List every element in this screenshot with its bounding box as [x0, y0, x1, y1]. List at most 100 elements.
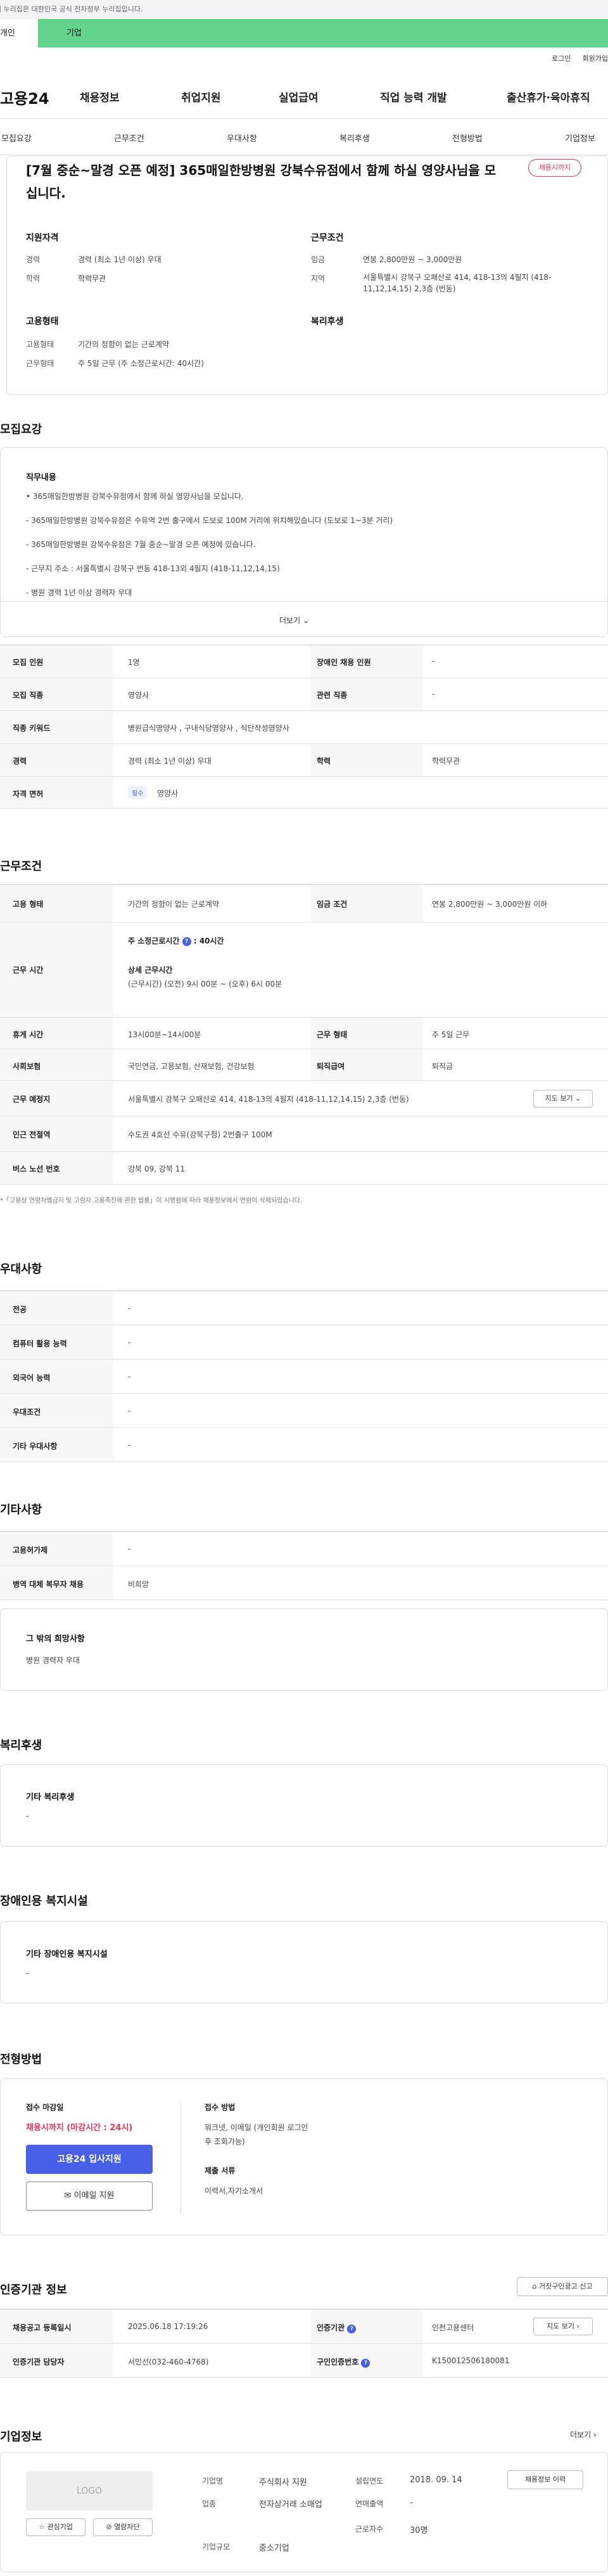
job-history-button[interactable]: 채용정보 이력	[507, 2470, 583, 2489]
company-more-link[interactable]: 더보기 ›	[570, 2429, 597, 2440]
anchor-company[interactable]: 기업정보	[565, 132, 595, 144]
anchor-conditions[interactable]: 근무조건	[114, 132, 144, 144]
welfare-card-title: 기타 복리후생	[26, 1793, 75, 1802]
table-header-cell: 직종 키워드	[0, 711, 113, 743]
block-icon: ⊘	[106, 2523, 112, 2531]
table-header-cell: 임금 조건	[310, 885, 423, 922]
job-desc-line: • 365매일한방병원 강북수유점에서 함께 하실 영양사님을 모십니다.	[26, 492, 244, 501]
job-desc-line: - 병원 경력 1년 이상 경력자 우대	[26, 588, 132, 597]
apply-button[interactable]: 고용24 입사지원	[26, 2145, 153, 2174]
org-map-label: 지도 보기	[547, 2322, 575, 2330]
login-link[interactable]: 로그인	[552, 53, 571, 63]
table-cell: 국민연금, 고용보험, 산재보험, 건강보험	[128, 1062, 255, 1071]
process-card: 접수 마감일 채용시까지 (마감시간 : 24시) 고용24 입사지원 ✉ 이메…	[0, 2078, 608, 2235]
member-type-tabs: 개인 기업	[0, 19, 608, 47]
table-header-cell: 구인인증번호 ?	[310, 2344, 423, 2377]
table-row: 전공 -	[0, 1291, 608, 1325]
table-row: 고용 형태 기간의 정함이 없는 근로계약 임금 조건 연봉 2,800만원 ~…	[0, 885, 608, 923]
table-header-cell: 전공	[0, 1291, 113, 1325]
table-cell: 기간의 정함이 없는 근로계약	[128, 900, 219, 909]
cert-section-title: 인증기관 정보	[0, 2283, 67, 2297]
info-icon[interactable]: ?	[182, 937, 191, 946]
table-header-cell: 우대조건	[0, 1394, 113, 1427]
welfare-title: 복리후생	[311, 317, 344, 327]
block-view-button[interactable]: ⊘ 열람차단	[93, 2518, 153, 2536]
join-link[interactable]: 회원가입	[583, 53, 608, 63]
section-anchor-nav: 모집요강 근무조건 우대사항 복리후생 전형방법 기업정보	[0, 120, 608, 155]
table-header-cell: 인증기관 담당자	[0, 2344, 113, 2377]
gnb-item-unemployment[interactable]: 실업급여	[279, 89, 319, 104]
table-row: 휴게 시간 13시00분~14시00분 근무 형태 주 5일 근무	[0, 1018, 608, 1049]
more-button-label: 더보기	[279, 616, 301, 625]
tab-personal[interactable]: 개인	[0, 19, 38, 47]
docs-value: 이력서,자기소개서	[205, 2187, 263, 2195]
table-row: 근무 예정지 서울특별시 강북구 오패산로 414, 418-13의 4필지 (…	[0, 1081, 608, 1116]
site-logo[interactable]: 고용24	[0, 86, 49, 108]
pref-section-title: 우대사항	[0, 1263, 42, 1276]
deadline-value: 채용시까지 (마감시간 : 24시)	[26, 2123, 133, 2133]
table-row: 인근 전철역 수도권 4호선 수유(강북구청) 2번출구 100M	[0, 1116, 608, 1152]
table-cell: 영양사	[157, 789, 179, 798]
table-cell: 병원급식영양사 , 구내식당영양사 , 식단작성영양사	[128, 724, 289, 733]
disabled-card: 기타 장애인용 복지시설 -	[0, 1921, 608, 2004]
disabled-card-value: -	[26, 1969, 29, 1978]
chevron-right-icon: ›	[576, 2322, 580, 2330]
table-row: 근무 시간 주 소정근로시간 ? : 40시간 상세 근무시간 (근무시간) (…	[0, 923, 608, 1018]
anchor-process[interactable]: 전형방법	[452, 132, 483, 144]
info-icon[interactable]: ?	[347, 2325, 357, 2333]
star-icon: ☆	[39, 2523, 45, 2531]
table-header-cell: 고용허가제	[0, 1532, 113, 1565]
hope-card: 그 밖의 희망사항 병원 경력자 우대	[0, 1608, 608, 1691]
table-row: 모집 인원 1명 장애인 채용 인원 -	[0, 645, 608, 678]
job-title: [7월 중순~말경 오픈 예정] 365매일한방병원 강북수유점에서 함께 하실…	[26, 163, 497, 201]
sales-value: -	[410, 2498, 413, 2508]
report-fake-ad-button[interactable]: ⌂ 거짓구인광고 신고	[517, 2277, 608, 2296]
wage-label: 임금	[311, 255, 326, 264]
table-cell: 주 5일 근무	[432, 1030, 470, 1039]
table-row: 병역 대체 복무자 채용 비희망	[0, 1566, 608, 1600]
gnb-item-training[interactable]: 직업 능력 개발	[380, 89, 447, 104]
table-header-cell: 사회보험	[0, 1049, 113, 1080]
table-cell: -	[432, 657, 435, 666]
anchor-welfare[interactable]: 복리후생	[339, 132, 370, 144]
info-icon[interactable]: ?	[361, 2359, 370, 2368]
detail-hours-title: 상세 근무시간	[128, 966, 173, 975]
tab-company[interactable]: 기업	[38, 19, 608, 47]
table-header-cell: 장애인 채용 인원	[310, 645, 423, 678]
career-label: 경력	[26, 255, 41, 264]
table-row: 컴퓨터 활용 능력 -	[0, 1325, 608, 1360]
table-row: 직종 키워드 병원급식영양사 , 구내식당영양사 , 식단작성영양사	[0, 711, 608, 744]
gnb-item-support[interactable]: 취업지원	[181, 89, 221, 104]
career-value: 경력 (최소 1년 이상) 우대	[78, 255, 162, 264]
gnb-item-leave[interactable]: 출산휴가·육아휴직	[507, 89, 590, 104]
industry-value: 전자상거래 소매업	[259, 2500, 322, 2510]
anchor-preference[interactable]: 우대사항	[227, 132, 257, 144]
gov-banner-text: 이 누리집은 대한민국 공식 전자정부 누리집입니다.	[0, 5, 143, 13]
gnb-item-jobs[interactable]: 채용정보	[80, 89, 120, 104]
table-cell: K150012506180081	[432, 2356, 510, 2365]
gov-banner: 이 누리집은 대한민국 공식 전자정부 누리집입니다.	[0, 0, 608, 19]
method-label: 접수 방법	[205, 2103, 236, 2112]
company-name-value: 주식회사 지원	[259, 2478, 307, 2487]
map-button[interactable]: 지도 보기 ⌄	[533, 1090, 593, 1108]
job-desc-card: 직무내용 • 365매일한방병원 강북수유점에서 함께 하실 영양사님을 모십니…	[0, 447, 608, 637]
more-button[interactable]: 더보기 ⌄	[279, 615, 309, 626]
interest-company-button[interactable]: ☆ 관심기업	[26, 2518, 86, 2536]
anchor-recruit[interactable]: 모집요강	[1, 132, 32, 144]
table-cell: 경력 (최소 1년 이상) 우대	[128, 757, 212, 766]
required-tag: 필수	[128, 786, 148, 799]
etc-section-title: 기타사항	[0, 1503, 42, 1517]
table-header-cell: 근무 형태	[310, 1018, 423, 1049]
weekly-hours-label: 주 소정근로시간	[128, 937, 180, 945]
table-row: 사회보험 국민연금, 고용보험, 산재보험, 건강보험 퇴직급여 퇴직금	[0, 1049, 608, 1081]
table-header-cell: 자격 면허	[0, 777, 113, 808]
job-desc-line: - 365매일한방병원 강북수유점은 수유역 2번 출구에서 도보로 100M …	[26, 516, 393, 525]
table-cell: 퇴직금	[432, 1062, 453, 1071]
table-row: 우대조건 -	[0, 1394, 608, 1428]
org-map-button[interactable]: 지도 보기 ›	[533, 2318, 593, 2335]
table-row: 고용허가제 -	[0, 1532, 608, 1566]
chevron-right-icon: ›	[593, 2430, 597, 2439]
email-apply-button[interactable]: ✉ 이메일 지원	[26, 2181, 153, 2211]
cert-table: 채용공고 등록일시 2025.06.18 17:19:26 인증기관 ? 인천고…	[0, 2309, 608, 2378]
edu-label: 학력	[26, 274, 41, 283]
